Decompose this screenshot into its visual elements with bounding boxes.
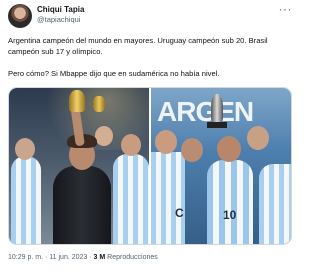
tweet-date[interactable]: 11 jun. 2023 (49, 254, 87, 261)
photo-banner-text: ARGEN (157, 96, 254, 127)
avatar[interactable] (8, 4, 32, 28)
tweet-text-line2: Pero cómo? Si Mbappe dijo que en sudamér… (8, 69, 220, 78)
views-count: 3 M (93, 254, 106, 261)
jersey-number: 10 (223, 208, 237, 222)
author-handle[interactable]: @tapiachiqui (37, 15, 80, 24)
tweet-media[interactable]: ARGEN C 10 (8, 87, 292, 245)
tweet-text-line1: Argentina campeón del mundo en mayores. … (8, 36, 268, 56)
jersey-letter: C (175, 206, 184, 220)
tweet-meta: 10:29 p. m. · 11 jun. 2023 · 3 M Reprodu… (8, 254, 158, 261)
tweet-time[interactable]: 10:29 p. m. (8, 254, 43, 261)
meta-separator: · (44, 254, 48, 261)
meta-separator: · (89, 254, 92, 261)
author-display-name[interactable]: Chiqui Tapia (37, 5, 84, 14)
tweet-text: Argentina campeón del mundo en mayores. … (8, 35, 294, 79)
more-dots-icon[interactable]: ··· (279, 3, 293, 15)
views-label: Reproducciones (107, 254, 158, 261)
photo-argentina-world-cup[interactable] (9, 88, 149, 244)
photo-argentina-youth-team[interactable]: ARGEN C 10 (151, 88, 291, 244)
